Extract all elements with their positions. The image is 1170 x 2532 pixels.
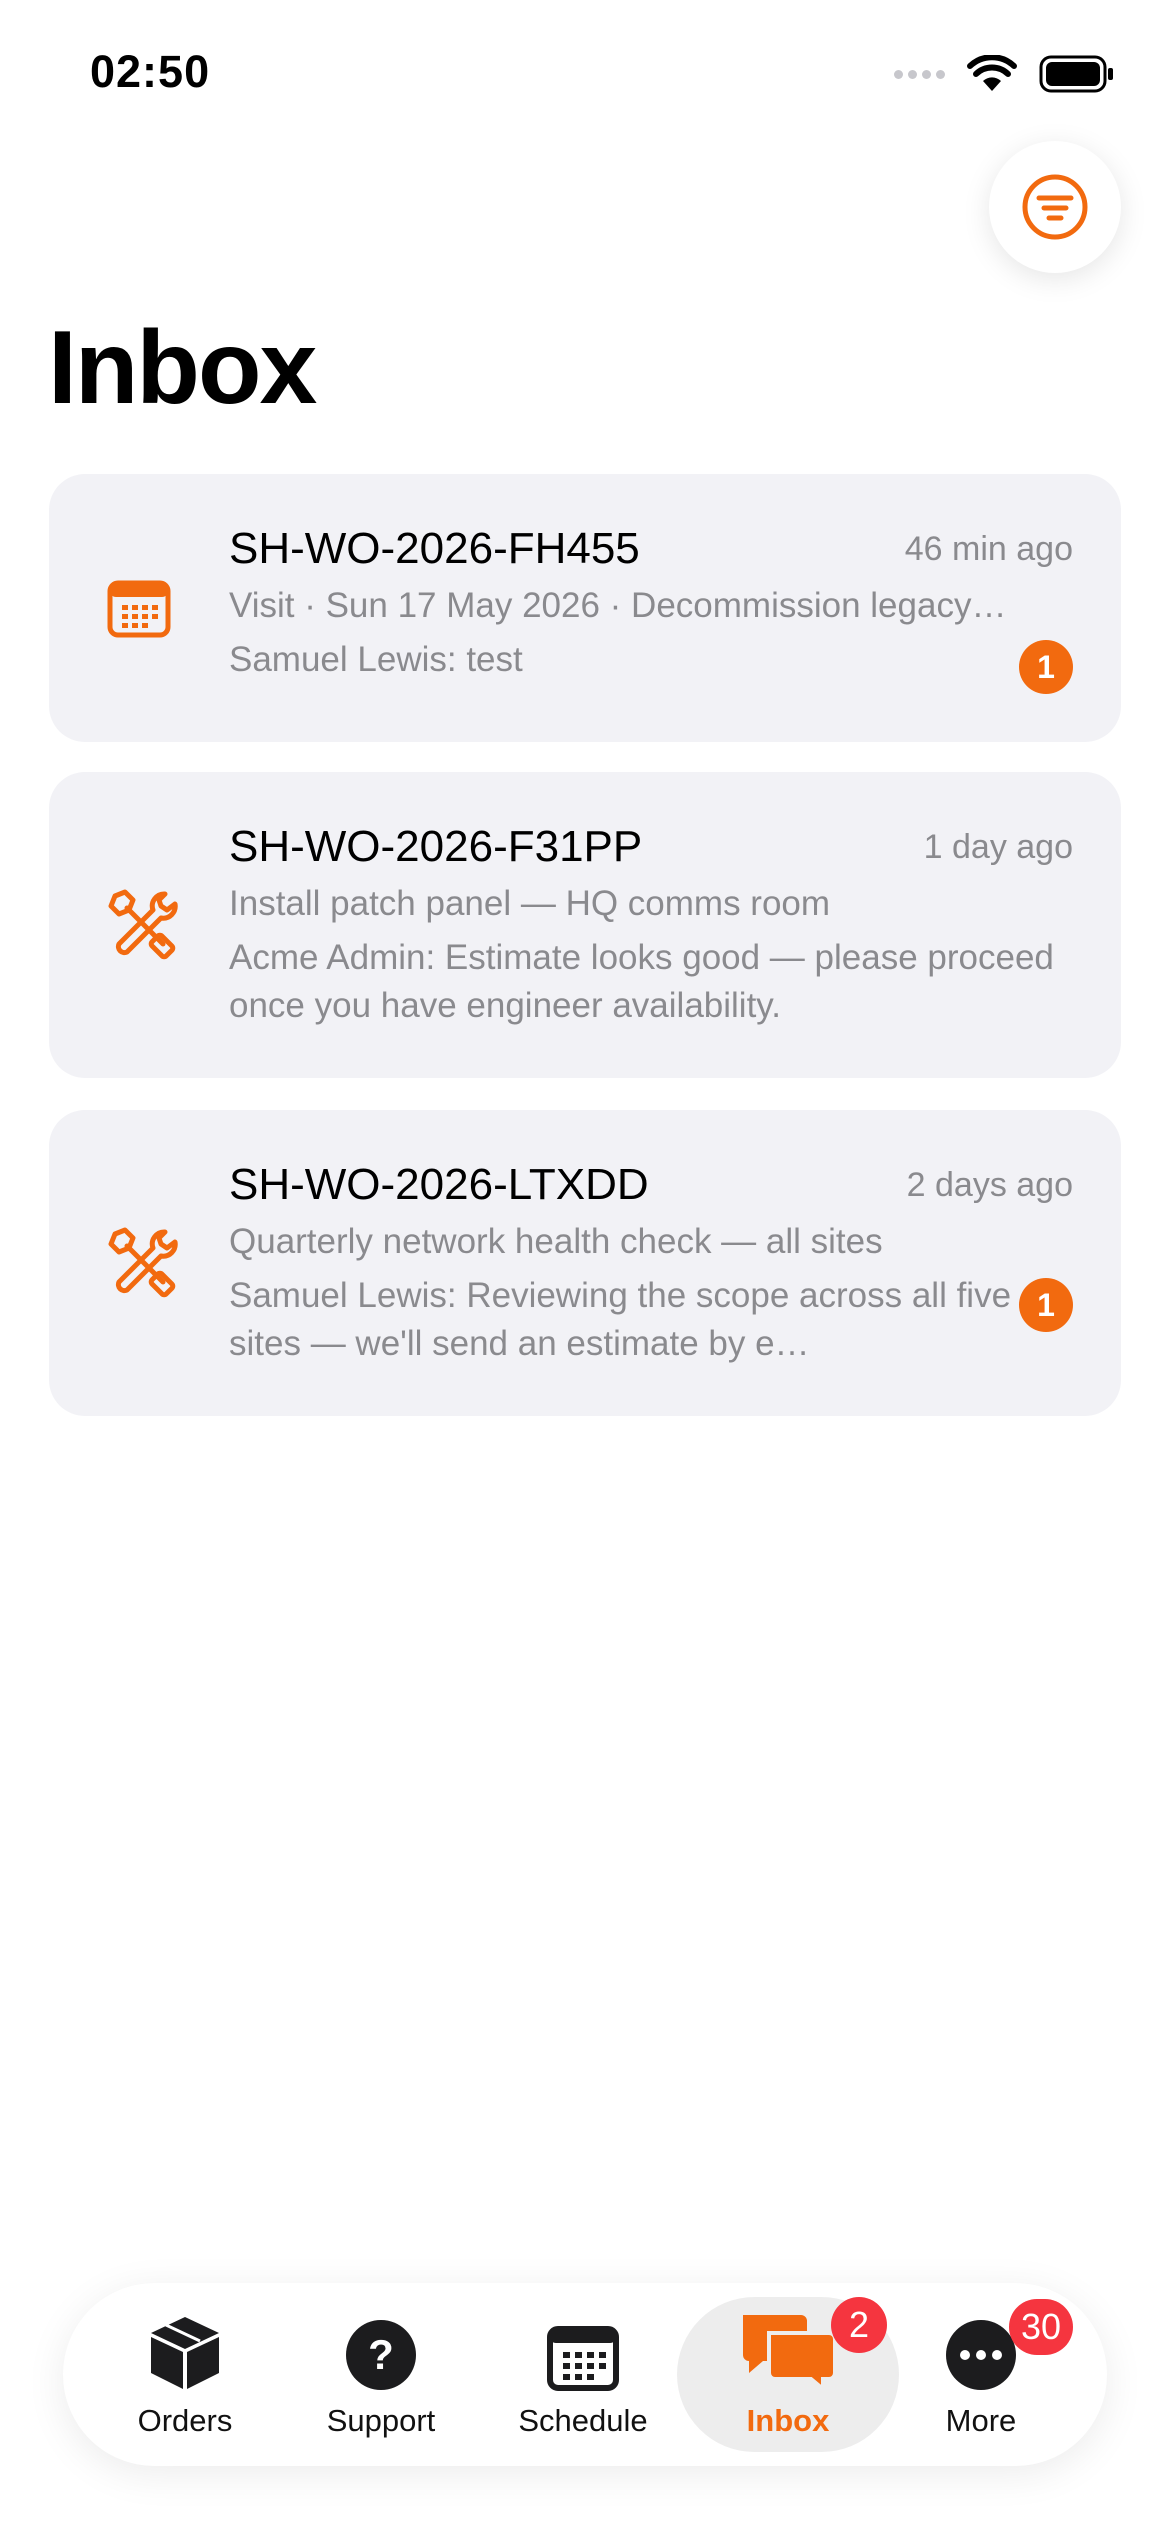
tab-orders[interactable]: Orders [85,2283,285,2466]
wifi-icon [967,55,1017,91]
calendar-icon [547,2325,619,2391]
status-time: 02:50 [90,46,211,97]
thread-last-message: Acme Admin: Estimate looks good — please… [229,938,1054,1025]
more-icon [946,2319,1016,2390]
package-icon [151,2316,219,2389]
tab-label: Orders [137,2402,233,2438]
tab-label: More [945,2402,1017,2438]
thread-last-message: Samuel Lewis: test [229,640,523,679]
status-indicators [894,52,1115,96]
unread-count-badge: 1 [1019,640,1073,694]
battery-icon [1039,55,1113,93]
thread-title: SH-WO-2026-LTXDD [229,1160,649,1209]
thread-card[interactable]: SH-WO-2026-LTXDD 2 days ago Quarterly ne… [49,1110,1121,1416]
thread-subtitle: Visit · Sun 17 May 2026 · Decommission l… [229,586,1007,625]
thread-card[interactable]: SH-WO-2026-FH455 46 min ago Visit · Sun … [49,474,1121,742]
more-badge: 30 [1009,2299,1074,2355]
inbox-screen: 02:50 Inbox SH-WO-2026-FH455 46 min ago … [0,0,1170,2532]
unread-count-badge: 1 [1019,1278,1073,1332]
help-icon: ? [346,2319,416,2390]
thread-time: 46 min ago [904,530,1073,568]
tab-bar: Orders ? Support Schedule Inbox 2 More 3… [63,2283,1107,2466]
thread-title: SH-WO-2026-F31PP [229,822,643,871]
tab-label: Schedule [518,2402,648,2438]
thread-subtitle: Install patch panel — HQ comms room [229,884,831,923]
tools-icon [107,888,179,965]
tab-inbox[interactable]: Inbox 2 [677,2297,899,2452]
thread-time: 1 day ago [923,828,1073,866]
tools-icon [107,1226,179,1303]
thread-subtitle: Quarterly network health check — all sit… [229,1222,883,1261]
filter-icon [1022,174,1088,240]
cellular-signal-icon [894,69,945,79]
inbox-badge: 2 [831,2297,887,2353]
chat-bubbles-icon [743,2314,837,2391]
tab-label: Support [326,2402,436,2438]
thread-title: SH-WO-2026-FH455 [229,524,640,573]
tab-more[interactable]: More 30 [881,2283,1081,2466]
thread-last-message: Samuel Lewis: Reviewing the scope across… [229,1276,1012,1363]
tab-schedule[interactable]: Schedule [483,2283,683,2466]
thread-time: 2 days ago [906,1166,1073,1204]
svg-text:?: ? [368,2331,394,2378]
thread-card[interactable]: SH-WO-2026-F31PP 1 day ago Install patch… [49,772,1121,1078]
page-title: Inbox [48,310,317,426]
filter-button[interactable] [989,141,1121,273]
calendar-icon [107,578,171,643]
tab-support[interactable]: ? Support [281,2283,481,2466]
tab-label: Inbox [746,2402,830,2438]
